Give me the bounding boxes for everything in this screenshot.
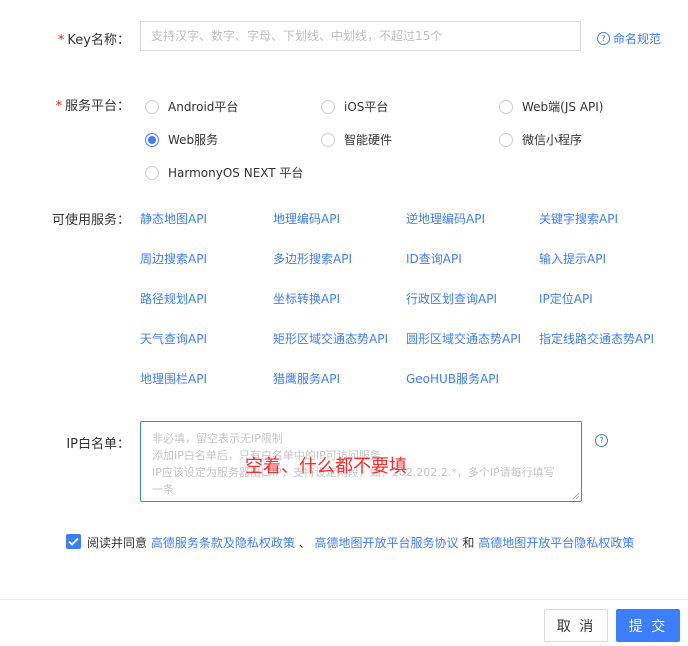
privacy-policy-link[interactable]: 高德地图开放平台隐私权政策 (478, 536, 634, 550)
naming-rules-label: 命名规范 (613, 32, 662, 46)
radio-circle (145, 99, 159, 114)
radio-harmonyos[interactable]: HarmonyOS NEXT 平台 (145, 164, 303, 181)
radio-label: 智能硬件 (344, 133, 393, 147)
radio-circle-checked (145, 132, 159, 147)
radio-circle (499, 132, 513, 147)
api-link[interactable]: IP定位API (539, 290, 593, 307)
radio-android[interactable]: Android平台 (145, 98, 238, 115)
radio-label: 微信小程序 (522, 133, 583, 147)
radio-web-service[interactable]: Web服务 (145, 131, 218, 148)
radio-web-js[interactable]: Web端(JS API) (499, 98, 603, 115)
ip-help-link[interactable]: ? (595, 434, 608, 447)
platform-label-text: 服务平台： (64, 99, 130, 114)
platform-label: * 服务平台： (55, 95, 130, 114)
key-name-label: * Key名称： (58, 29, 130, 48)
key-name-input[interactable] (140, 21, 581, 51)
cancel-button[interactable]: 取 消 (544, 609, 608, 642)
radio-ios[interactable]: iOS平台 (321, 98, 388, 115)
radio-circle (321, 99, 335, 114)
api-link[interactable]: 行政区划查询API (406, 290, 497, 307)
agreement-prefix: 阅读并同意 (87, 536, 148, 550)
radio-circle (499, 99, 513, 114)
submit-button[interactable]: 提 交 (616, 609, 680, 642)
api-link[interactable]: GeoHUB服务API (406, 370, 499, 387)
api-link[interactable]: 输入提示API (539, 250, 606, 267)
api-link[interactable]: 矩形区域交通态势API (273, 330, 388, 347)
agreement-sep: 、 (298, 536, 311, 550)
radio-label: Android平台 (168, 100, 239, 114)
radio-label: iOS平台 (344, 100, 389, 114)
radio-wechat-miniprogram[interactable]: 微信小程序 (499, 131, 582, 148)
api-link[interactable]: 多边形搜索API (273, 250, 352, 267)
agreement-checkbox[interactable] (66, 534, 81, 549)
api-link[interactable]: 天气查询API (140, 330, 207, 347)
radio-label: Web服务 (168, 133, 219, 147)
api-link[interactable]: 地理编码API (273, 210, 340, 227)
annotation-text: 空着、什么都不要填 (245, 456, 407, 477)
terms-link[interactable]: 高德服务条款及隐私权政策 (151, 536, 295, 550)
api-link[interactable]: 静态地图API (140, 210, 207, 227)
required-mark: * (57, 33, 65, 48)
radio-circle (321, 132, 335, 147)
service-agreement-link[interactable]: 高德地图开放平台服务协议 (315, 536, 459, 550)
question-icon: ? (595, 434, 608, 447)
api-link[interactable]: 关键字搜索API (539, 210, 618, 227)
agreement-text: 阅读并同意 高德服务条款及隐私权政策 、 高德地图开放平台服务协议 和 高德地图… (87, 534, 634, 551)
api-link[interactable]: 坐标转换API (273, 290, 340, 307)
api-link[interactable]: ID查询API (406, 250, 462, 267)
placeholder-line: 非必填，留空表示无IP限制 (152, 432, 283, 445)
api-link[interactable]: 圆形区域交通态势API (406, 330, 521, 347)
api-link[interactable]: 逆地理编码API (406, 210, 485, 227)
agreement-sep: 和 (462, 536, 475, 550)
api-link[interactable]: 指定线路交通态势API (539, 330, 654, 347)
radio-label: HarmonyOS NEXT 平台 (168, 166, 304, 180)
required-mark: * (55, 99, 62, 114)
ip-whitelist-label: IP白名单： (66, 437, 130, 452)
checkmark-icon (68, 537, 79, 546)
placeholder-line: 一条 (152, 483, 174, 496)
naming-rules-link[interactable]: ? 命名规范 (597, 30, 661, 47)
radio-label: Web端(JS API) (522, 100, 604, 114)
resize-grip-icon[interactable] (572, 492, 579, 499)
footer-divider (0, 599, 688, 600)
services-label: 可使用服务： (51, 213, 130, 228)
api-link[interactable]: 地理围栏API (140, 370, 207, 387)
radio-smart-hardware[interactable]: 智能硬件 (321, 131, 392, 148)
question-icon: ? (597, 32, 610, 45)
radio-circle (145, 165, 159, 180)
api-link[interactable]: 周边搜索API (140, 250, 207, 267)
api-link[interactable]: 路径规划API (140, 290, 207, 307)
key-name-label-text: Key名称： (67, 33, 130, 48)
api-link[interactable]: 猎鹰服务API (273, 370, 340, 387)
